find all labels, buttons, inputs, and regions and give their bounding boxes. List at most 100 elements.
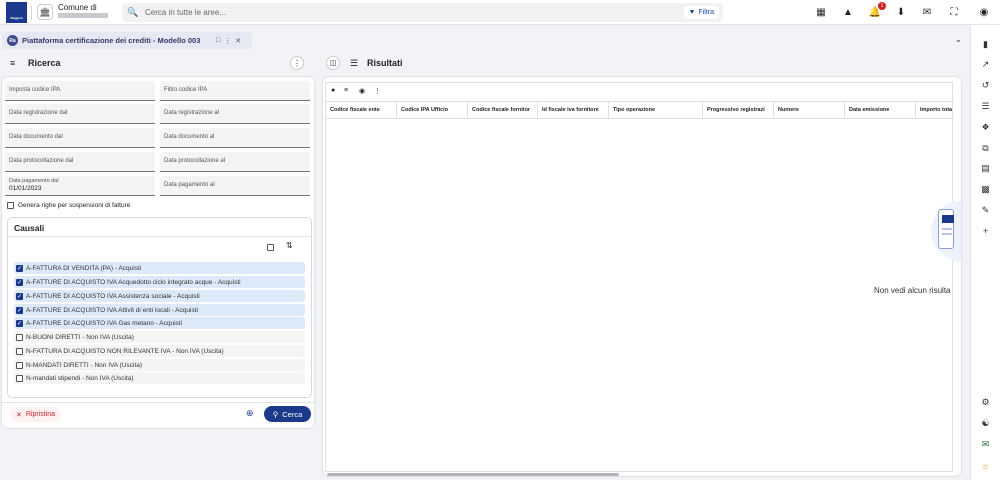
causale-item[interactable]: N-mandati stipendi - Non IVA (Uscita) <box>14 372 305 384</box>
book-icon[interactable]: ▮ <box>979 38 992 51</box>
search-icon: 🔍 <box>127 7 139 17</box>
comune-name-redacted <box>58 13 108 18</box>
chevron-down-icon[interactable]: ⌄ <box>955 35 962 44</box>
causali-box: Causali ⇅ ✓ A-FATTURA DI VENDITA (PA) - A… <box>7 217 312 398</box>
checkbox[interactable] <box>16 361 23 369</box>
info-icon[interactable]: ● <box>331 87 335 94</box>
bank-icon[interactable]: 🏛 <box>37 4 53 20</box>
history-icon[interactable]: ↺ <box>979 79 992 92</box>
ricerca-menu-button[interactable]: ⋮ <box>290 56 304 70</box>
causale-item[interactable]: N-FATTURA DI ACQUISTO NON RILEVANTE IVA … <box>14 345 305 357</box>
chat-icon[interactable]: ✉ <box>979 438 992 451</box>
cerca-button[interactable]: ⚲ Cerca <box>264 406 311 422</box>
causale-item[interactable]: ✓ A-FATTURE DI ACQUISTO IVA Assistenza so… <box>14 290 305 302</box>
column-header[interactable]: Tipo operazione <box>609 102 703 118</box>
checkbox[interactable] <box>16 333 23 341</box>
registrazione-dal-field[interactable]: Data registrazione dal <box>5 104 155 124</box>
settings-icon[interactable]: ⚙ <box>979 396 992 409</box>
tab-bar: Ra Piattaforma certificazione dei credit… <box>0 32 970 49</box>
column-header[interactable]: Codice IPA Ufficio <box>397 102 468 118</box>
pagamento-al-field[interactable]: Data pagamento al <box>160 176 310 196</box>
registrazione-al-field[interactable]: Data registrazione al <box>160 104 310 124</box>
causale-item[interactable]: ✓ A-FATTURE DI ACQUISTO IVA Gas metano - … <box>14 317 305 329</box>
ricerca-panel: Imposta codice IPA Filtro codice IPA Dat… <box>2 77 314 428</box>
column-header[interactable]: Codice fiscale fornitor <box>468 102 538 118</box>
causale-item[interactable]: N-MANDATI DIRETTI - Non IVA (Uscita) <box>14 359 305 371</box>
divider <box>31 5 32 20</box>
protocollazione-dal-field[interactable]: Data protocollazione dal <box>5 152 155 172</box>
pagamento-dal-field[interactable]: Data pagamento dal 01/01/2023 <box>5 176 155 196</box>
causali-title: Causali <box>14 223 45 233</box>
download-icon[interactable]: ⬇ <box>895 6 907 18</box>
extension-icon[interactable]: ❖ <box>979 121 992 134</box>
select-all-checkbox[interactable] <box>267 244 274 251</box>
list-icon: ☰ <box>350 58 359 68</box>
user-icon[interactable]: ◉ <box>978 6 990 18</box>
ipa-filter-field[interactable]: Filtro codice IPA <box>160 81 310 101</box>
accessibility-icon[interactable]: ☯ <box>979 417 992 430</box>
checkbox[interactable] <box>16 374 23 382</box>
filter-icon[interactable]: ≡ <box>344 87 348 94</box>
causale-item[interactable]: ✓ A-FATTURA DI VENDITA (PA) - Acquisti <box>14 262 305 274</box>
protocollazione-al-field[interactable]: Data protocollazione al <box>160 152 310 172</box>
support-icon[interactable]: ☼ <box>979 459 992 472</box>
documento-dal-field[interactable]: Data documento dal <box>5 128 155 148</box>
close-icon: ✕ <box>16 411 22 419</box>
global-search[interactable]: 🔍 Cerca in tutte le aree... ▼ Filtra <box>122 3 723 22</box>
more-vert-icon[interactable]: ⋮ <box>374 87 381 95</box>
pagamento-dal-value: 01/01/2023 <box>9 185 42 192</box>
column-header[interactable]: Id fiscale iva fornitore <box>538 102 609 118</box>
genera-checkbox[interactable] <box>7 202 14 209</box>
checkbox-checked[interactable]: ✓ <box>16 319 23 327</box>
search-filter-icon: ≡ <box>10 58 16 68</box>
genera-sospensioni-option[interactable]: Genera righe per sospensioni di fatture <box>7 202 130 209</box>
ripristina-button[interactable]: ✕ Ripristina <box>10 407 62 422</box>
column-header[interactable]: Importo tota <box>916 102 954 118</box>
column-header[interactable]: Progressivo registrazi <box>703 102 774 118</box>
column-header[interactable]: Data emissione <box>845 102 916 118</box>
causale-item[interactable]: ✓ A-FATTURE DI ACQUISTO IVA Acquedotto ci… <box>14 276 305 288</box>
document-icon[interactable]: ▩ <box>979 183 992 196</box>
note-icon[interactable]: ▤ <box>979 162 992 175</box>
add-icon[interactable]: + <box>979 224 992 237</box>
checklist-icon[interactable]: ☰ <box>979 100 992 113</box>
empty-illustration-line <box>942 233 952 235</box>
divider <box>8 236 311 237</box>
mail-icon[interactable]: ✉ <box>921 6 933 18</box>
causale-item[interactable]: ✓ A-FATTURE DI ACQUISTO IVA Attivit di en… <box>14 304 305 316</box>
results-grid: ● ≡ ◉ ⋮ Codice fiscale ente Codice IPA U… <box>325 82 961 476</box>
column-header[interactable]: Numero <box>774 102 845 118</box>
column-header[interactable]: Codice fiscale ente <box>326 102 397 118</box>
tab-modello-003[interactable]: Ra Piattaforma certificazione dei credit… <box>2 32 252 49</box>
checkbox-checked[interactable]: ✓ <box>16 292 23 300</box>
sort-icon[interactable]: ⇅ <box>286 241 293 250</box>
tab-title: Piattaforma certificazione dei crediti -… <box>22 36 201 45</box>
zoom-in-icon[interactable]: ⊕ <box>246 408 254 419</box>
notification-badge: 1 <box>878 2 886 10</box>
checkbox-checked[interactable]: ✓ <box>16 264 23 272</box>
filtra-button[interactable]: ▼ Filtra <box>683 6 719 19</box>
toggle-panel-button[interactable]: ◫ <box>326 56 340 70</box>
close-icon[interactable]: ✕ <box>235 37 241 45</box>
horizontal-scrollbar[interactable] <box>327 473 619 476</box>
ipa-code-field[interactable]: Imposta codice IPA <box>5 81 155 101</box>
divider <box>2 402 314 403</box>
search-input[interactable]: Cerca in tutte le aree... <box>145 8 226 17</box>
right-sidebar: ▮ ↗ ↺ ☰ ❖ ⧉ ▤ ▩ ✎ + ⚙ ☯ ✉ ☼ <box>970 25 1000 480</box>
empty-message: Non vedi alcun risulta <box>874 286 951 295</box>
trend-icon[interactable]: ↗ <box>979 58 992 71</box>
more-vert-icon[interactable]: ⋮ <box>224 37 231 45</box>
checkbox[interactable] <box>16 347 23 355</box>
grid-icon[interactable]: ▦ <box>815 6 827 18</box>
checkbox-checked[interactable]: ✓ <box>16 306 23 314</box>
visibility-icon[interactable]: ◉ <box>359 87 365 95</box>
warning-icon[interactable]: ▲ <box>842 6 854 18</box>
causale-item[interactable]: N-BUONI DIRETTI - Non IVA (Uscita) <box>14 331 305 343</box>
bookmark-icon[interactable]: □ <box>216 37 220 44</box>
checkbox-checked[interactable]: ✓ <box>16 278 23 286</box>
copy-icon[interactable]: ⧉ <box>979 142 992 155</box>
maggioli-logo[interactable]: Maggioli <box>6 2 27 23</box>
documento-al-field[interactable]: Data documento al <box>160 128 310 148</box>
edit-document-icon[interactable]: ✎ <box>979 204 992 217</box>
fullscreen-icon[interactable]: ⛶ <box>948 6 960 18</box>
